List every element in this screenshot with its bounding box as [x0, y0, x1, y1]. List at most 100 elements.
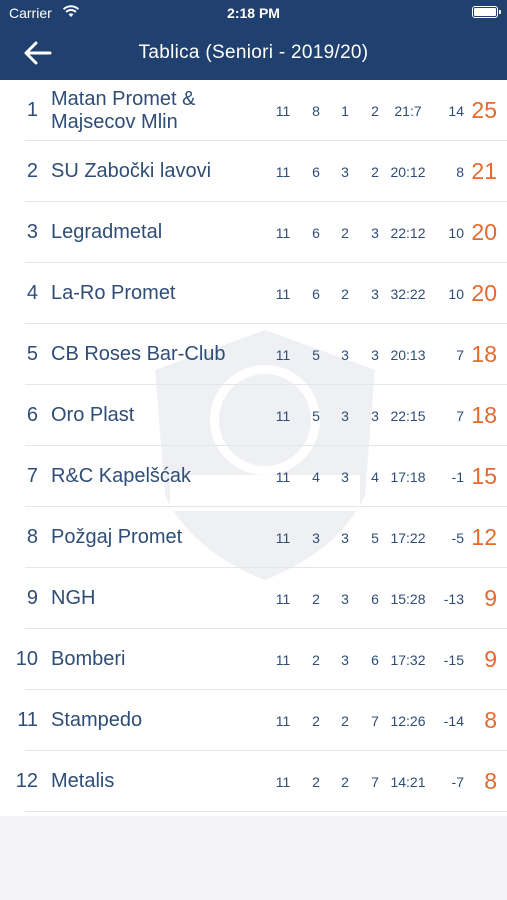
- rank: 12: [15, 770, 38, 792]
- drawn: 3: [341, 591, 349, 607]
- standings-table: 1 Matan Promet & Majsecov Mlin 11 8 1 2 …: [0, 80, 507, 816]
- team-name: Bomberi: [51, 648, 126, 670]
- won: 8: [312, 103, 320, 119]
- goal-difference: -13: [443, 591, 464, 607]
- goals: 22:15: [390, 408, 426, 424]
- rank: 8: [26, 526, 38, 548]
- rank: 9: [26, 587, 38, 609]
- team-name: Požgaj Promet: [51, 526, 183, 548]
- goals: 32:22: [390, 286, 426, 302]
- played: 11: [275, 591, 291, 607]
- points: 18: [471, 341, 497, 367]
- goal-difference: -14: [443, 713, 464, 729]
- table-row[interactable]: 8 Požgaj Promet 11 3 3 5 17:22 -5 12: [0, 507, 507, 568]
- rank: 1: [26, 99, 38, 121]
- goal-difference: -15: [443, 652, 464, 668]
- drawn: 3: [341, 530, 349, 546]
- team-name: Oro Plast: [51, 404, 135, 426]
- status-bar: Carrier 2:18 PM: [0, 0, 507, 26]
- team-name: SU Zabočki lavovi: [51, 160, 212, 182]
- table-row[interactable]: 1 Matan Promet & Majsecov Mlin 11 8 1 2 …: [0, 80, 507, 141]
- points: 9: [484, 646, 497, 672]
- goal-difference: 7: [456, 408, 464, 424]
- won: 5: [312, 408, 320, 424]
- drawn: 2: [341, 713, 349, 729]
- drawn: 3: [341, 347, 349, 363]
- played: 11: [275, 774, 291, 790]
- team-name: Metalis: [51, 770, 115, 792]
- points: 8: [484, 768, 497, 794]
- played: 11: [275, 225, 291, 241]
- points: 18: [471, 402, 497, 428]
- won: 5: [312, 347, 320, 363]
- goals: 17:18: [390, 469, 426, 485]
- played: 11: [275, 103, 291, 119]
- drawn: 1: [341, 103, 349, 119]
- goal-difference: -5: [451, 530, 464, 546]
- goals: 21:7: [394, 103, 422, 119]
- played: 11: [275, 286, 291, 302]
- goals: 20:13: [390, 347, 426, 363]
- table-row[interactable]: 4 La-Ro Promet 11 6 2 3 32:22 10 20: [0, 263, 507, 324]
- drawn: 2: [341, 286, 349, 302]
- won: 6: [312, 286, 320, 302]
- goals: 15:28: [390, 591, 426, 607]
- team-name: Stampedo: [51, 709, 143, 731]
- table-row[interactable]: 11 Stampedo 11 2 2 7 12:26 -14 8: [0, 690, 507, 751]
- rank: 2: [26, 160, 38, 182]
- goals: 14:21: [390, 774, 426, 790]
- goal-difference: 10: [448, 286, 464, 302]
- team-name: Legradmetal: [51, 221, 163, 243]
- goals: 22:12: [390, 225, 426, 241]
- won: 2: [312, 652, 320, 668]
- team-name: La-Ro Promet: [51, 282, 176, 304]
- won: 3: [312, 530, 320, 546]
- team-name: Matan Promet & Majsecov Mlin: [51, 88, 196, 133]
- table-row[interactable]: 3 Legradmetal 11 6 2 3 22:12 10 20: [0, 202, 507, 263]
- points: 21: [471, 158, 497, 184]
- row-divider: [25, 811, 507, 812]
- goal-difference: 14: [448, 103, 464, 119]
- table-row[interactable]: 9 NGH 11 2 3 6 15:28 -13 9: [0, 568, 507, 629]
- won: 6: [312, 164, 320, 180]
- points: 9: [484, 585, 497, 611]
- table-row[interactable]: 5 CB Roses Bar-Club 11 5 3 3 20:13 7 18: [0, 324, 507, 385]
- drawn: 3: [341, 652, 349, 668]
- played: 11: [275, 713, 291, 729]
- table-row[interactable]: 10 Bomberi 11 2 3 6 17:32 -15 9: [0, 629, 507, 690]
- table-row[interactable]: 12 Metalis 11 2 2 7 14:21 -7 8: [0, 751, 507, 812]
- points: 12: [471, 524, 497, 550]
- rank: 3: [26, 221, 38, 243]
- won: 6: [312, 225, 320, 241]
- played: 11: [275, 408, 291, 424]
- points: 20: [471, 219, 497, 245]
- points: 25: [471, 97, 497, 123]
- goal-difference: -1: [451, 469, 464, 485]
- drawn: 2: [341, 225, 349, 241]
- table-row[interactable]: 6 Oro Plast 11 5 3 3 22:15 7 18: [0, 385, 507, 446]
- won: 2: [312, 713, 320, 729]
- rank: 6: [26, 404, 38, 426]
- goal-difference: 7: [456, 347, 464, 363]
- goals: 17:22: [390, 530, 426, 546]
- drawn: 3: [341, 408, 349, 424]
- points: 8: [484, 707, 497, 733]
- goals: 17:32: [390, 652, 426, 668]
- table-row[interactable]: 2 SU Zabočki lavovi 11 6 3 2 20:12 8 21: [0, 141, 507, 202]
- team-name: R&C Kapelšćak: [51, 465, 192, 487]
- rank: 11: [17, 709, 38, 731]
- drawn: 3: [341, 469, 349, 485]
- battery-icon: [472, 6, 501, 18]
- played: 11: [275, 530, 291, 546]
- played: 11: [275, 652, 291, 668]
- table-row[interactable]: 7 R&C Kapelšćak 11 4 3 4 17:18 -1 15: [0, 446, 507, 507]
- rank: 4: [26, 282, 38, 304]
- played: 11: [275, 347, 291, 363]
- won: 2: [312, 591, 320, 607]
- won: 4: [312, 469, 320, 485]
- rank: 7: [26, 465, 38, 487]
- goal-difference: 10: [448, 225, 464, 241]
- drawn: 2: [341, 774, 349, 790]
- goals: 12:26: [390, 713, 426, 729]
- clock: 2:18 PM: [227, 5, 280, 21]
